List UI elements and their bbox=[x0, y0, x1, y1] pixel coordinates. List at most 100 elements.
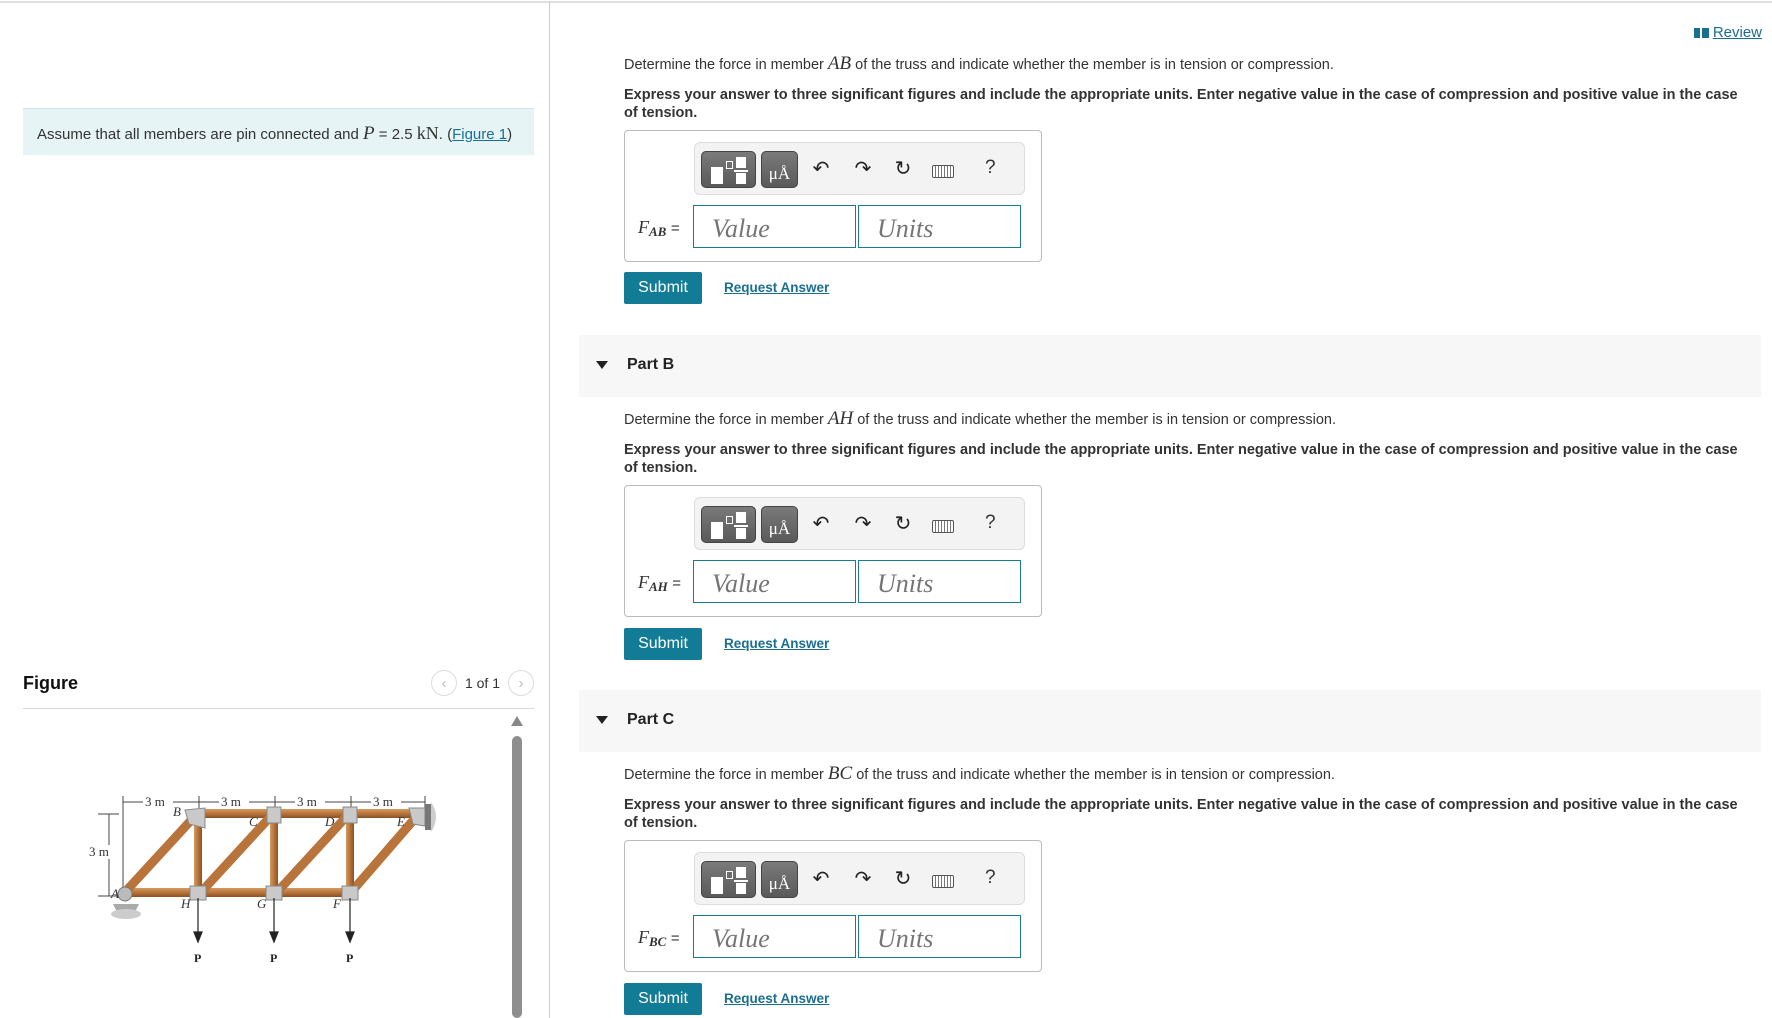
instruction-text: Express your answer to three significant… bbox=[624, 87, 1738, 121]
part-a-answer-box: μÅ ↶ ↷ ↻ ? FAB = bbox=[624, 130, 1042, 262]
member-name: AH bbox=[827, 408, 854, 429]
problem-statement: Assume that all members are pin connecte… bbox=[23, 108, 534, 155]
value-input[interactable] bbox=[693, 560, 856, 603]
top-chord bbox=[191, 809, 417, 818]
member-FE bbox=[349, 813, 421, 893]
value-input[interactable] bbox=[693, 205, 856, 248]
part-c-answer-box: μÅ ↶ ↷ ↻ ? FBC = bbox=[624, 840, 1042, 972]
node-label-F: F bbox=[332, 896, 342, 911]
submit-button[interactable]: Submit bbox=[624, 272, 702, 304]
part-a-question: Determine the force in member AB of the … bbox=[624, 53, 1754, 122]
dim-label-1: 3 m bbox=[145, 794, 165, 809]
units-button[interactable]: μÅ bbox=[761, 506, 798, 543]
keyboard-icon[interactable] bbox=[932, 875, 954, 888]
request-answer-link[interactable]: Request Answer bbox=[724, 636, 829, 651]
node-label-B: B bbox=[173, 804, 181, 819]
keyboard-icon[interactable] bbox=[932, 165, 954, 178]
statement-text: Assume that all members are pin connecte… bbox=[37, 126, 364, 143]
chevron-left-icon: ‹ bbox=[441, 674, 447, 692]
figure-viewport: 3 m 3 m 3 m 3 m 3 m B C D E A H G F P P … bbox=[23, 712, 534, 1018]
dim-label-3: 3 m bbox=[297, 794, 317, 809]
problem-panel: Assume that all members are pin connecte… bbox=[0, 0, 550, 1018]
templates-button[interactable] bbox=[701, 506, 756, 543]
part-b-question: Determine the force in member AH of the … bbox=[624, 408, 1754, 477]
redo-icon[interactable]: ↷ bbox=[851, 511, 875, 536]
collapse-triangle-icon[interactable] bbox=[596, 716, 608, 724]
chevron-right-icon: › bbox=[518, 674, 524, 692]
member-GD bbox=[275, 812, 351, 894]
part-c-question: Determine the force in member BC of the … bbox=[624, 763, 1754, 832]
submit-button[interactable]: Submit bbox=[624, 983, 702, 1015]
keyboard-icon[interactable] bbox=[932, 520, 954, 533]
part-b-answer-box: μÅ ↶ ↷ ↻ ? FAH = bbox=[624, 485, 1042, 617]
next-figure-button[interactable]: › bbox=[508, 670, 534, 696]
member-DF bbox=[346, 812, 354, 892]
units-button[interactable]: μÅ bbox=[761, 861, 798, 898]
part-b-header[interactable]: Part B bbox=[579, 335, 1761, 397]
units-input[interactable] bbox=[858, 560, 1021, 603]
answer-label: FAH = bbox=[638, 572, 682, 594]
submit-button[interactable]: Submit bbox=[624, 628, 702, 660]
templates-button[interactable] bbox=[701, 861, 756, 898]
undo-icon[interactable]: ↶ bbox=[809, 866, 833, 891]
question-text: Determine the force in member AH of the … bbox=[624, 408, 1336, 429]
member-name: BC bbox=[827, 763, 853, 784]
value-input[interactable] bbox=[693, 915, 856, 958]
review-link[interactable]: Review bbox=[1693, 24, 1762, 41]
dim-label-4: 3 m bbox=[373, 794, 393, 809]
reset-icon[interactable]: ↻ bbox=[891, 511, 915, 536]
collapse-triangle-icon[interactable] bbox=[596, 361, 608, 369]
pager-count: 1 of 1 bbox=[464, 675, 500, 691]
answer-label: FBC = bbox=[638, 927, 680, 949]
figure-scrollbar[interactable] bbox=[510, 714, 524, 1018]
node-label-A: A bbox=[110, 886, 119, 901]
figure-header: Figure ‹ 1 of 1 › bbox=[23, 668, 534, 709]
request-answer-link[interactable]: Request Answer bbox=[724, 991, 829, 1006]
member-CG bbox=[270, 812, 278, 892]
member-AB bbox=[123, 812, 199, 894]
reset-icon[interactable]: ↻ bbox=[891, 156, 915, 181]
review-label: Review bbox=[1712, 24, 1762, 41]
part-title: Part C bbox=[627, 711, 675, 728]
units-button[interactable]: μÅ bbox=[761, 151, 798, 188]
member-name: AB bbox=[827, 53, 852, 74]
answer-label: FAB = bbox=[638, 217, 680, 239]
node-label-G: G bbox=[257, 896, 267, 911]
undo-icon[interactable]: ↶ bbox=[809, 156, 833, 181]
node-label-D: D bbox=[324, 814, 335, 829]
prev-figure-button[interactable]: ‹ bbox=[430, 670, 457, 696]
load-arrows bbox=[193, 898, 355, 944]
part-title: Part B bbox=[627, 356, 675, 373]
node-label-E: E bbox=[396, 814, 405, 829]
question-text: Determine the force in member AB of the … bbox=[624, 53, 1334, 74]
scroll-thumb[interactable] bbox=[512, 736, 522, 1018]
scroll-up-arrow-icon[interactable] bbox=[511, 716, 523, 726]
math-toolbar: μÅ ↶ ↷ ↻ ? bbox=[694, 142, 1025, 195]
redo-icon[interactable]: ↷ bbox=[851, 156, 875, 181]
units-input[interactable] bbox=[858, 915, 1021, 958]
node-label-C: C bbox=[249, 814, 258, 829]
redo-icon[interactable]: ↷ bbox=[851, 866, 875, 891]
figure-pager: ‹ 1 of 1 › bbox=[430, 670, 534, 696]
units-input[interactable] bbox=[858, 205, 1021, 248]
help-icon[interactable]: ? bbox=[985, 867, 996, 889]
dim-label-2: 3 m bbox=[221, 794, 241, 809]
panel-divider bbox=[549, 2, 550, 1018]
help-icon[interactable]: ? bbox=[985, 157, 996, 179]
node-label-H: H bbox=[180, 896, 191, 911]
reset-icon[interactable]: ↻ bbox=[891, 866, 915, 891]
load-label-2: P bbox=[270, 951, 277, 965]
request-answer-link[interactable]: Request Answer bbox=[724, 280, 829, 295]
figure-link[interactable]: Figure 1 bbox=[452, 126, 507, 143]
wall-support-E bbox=[425, 802, 436, 832]
statement-close: ) bbox=[507, 126, 513, 143]
load-label-1: P bbox=[194, 951, 201, 965]
member-HC bbox=[199, 812, 275, 894]
math-toolbar: μÅ ↶ ↷ ↻ ? bbox=[694, 852, 1025, 905]
templates-button[interactable] bbox=[701, 151, 756, 188]
undo-icon[interactable]: ↶ bbox=[809, 511, 833, 536]
statement-eq: = 2.5 bbox=[374, 126, 417, 143]
help-icon[interactable]: ? bbox=[985, 512, 996, 534]
part-c-header[interactable]: Part C bbox=[579, 690, 1761, 752]
height-label: 3 m bbox=[89, 844, 109, 859]
